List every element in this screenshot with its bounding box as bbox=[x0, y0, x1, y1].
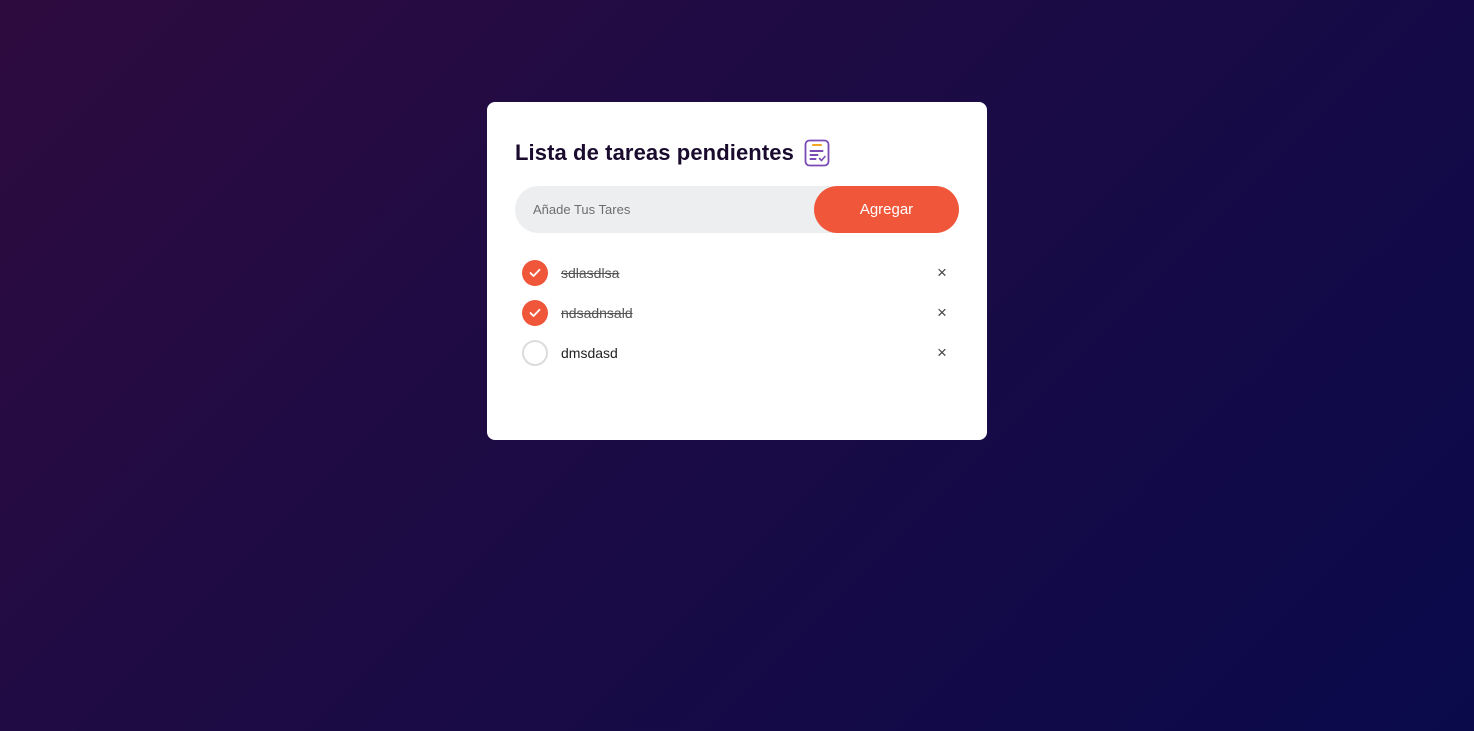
task-label[interactable]: dmsdasd bbox=[561, 345, 618, 361]
title-row: Lista de tareas pendientes bbox=[515, 139, 959, 167]
page-title: Lista de tareas pendientes bbox=[515, 140, 794, 165]
task-label[interactable]: ndsadnsald bbox=[561, 305, 633, 321]
task-list: sdlasdlsa × ndsadnsald × dmsdasd × bbox=[515, 259, 959, 379]
task-checkbox[interactable] bbox=[522, 340, 548, 366]
check-icon bbox=[529, 268, 541, 277]
task-checkbox[interactable] bbox=[522, 260, 548, 286]
todo-card: Lista de tareas pendientes Agregar sdlas… bbox=[487, 102, 987, 440]
close-icon[interactable]: × bbox=[935, 343, 949, 362]
add-button[interactable]: Agregar bbox=[814, 186, 959, 233]
task-input[interactable] bbox=[515, 185, 814, 234]
close-icon[interactable]: × bbox=[935, 303, 949, 322]
close-icon[interactable]: × bbox=[935, 263, 949, 282]
task-checkbox[interactable] bbox=[522, 300, 548, 326]
checklist-icon bbox=[803, 139, 831, 167]
add-task-form: Agregar bbox=[515, 185, 959, 234]
list-item: dmsdasd × bbox=[515, 339, 959, 379]
list-item: ndsadnsald × bbox=[515, 299, 959, 339]
list-item: sdlasdlsa × bbox=[515, 259, 959, 299]
check-icon bbox=[529, 308, 541, 317]
task-label[interactable]: sdlasdlsa bbox=[561, 265, 619, 281]
